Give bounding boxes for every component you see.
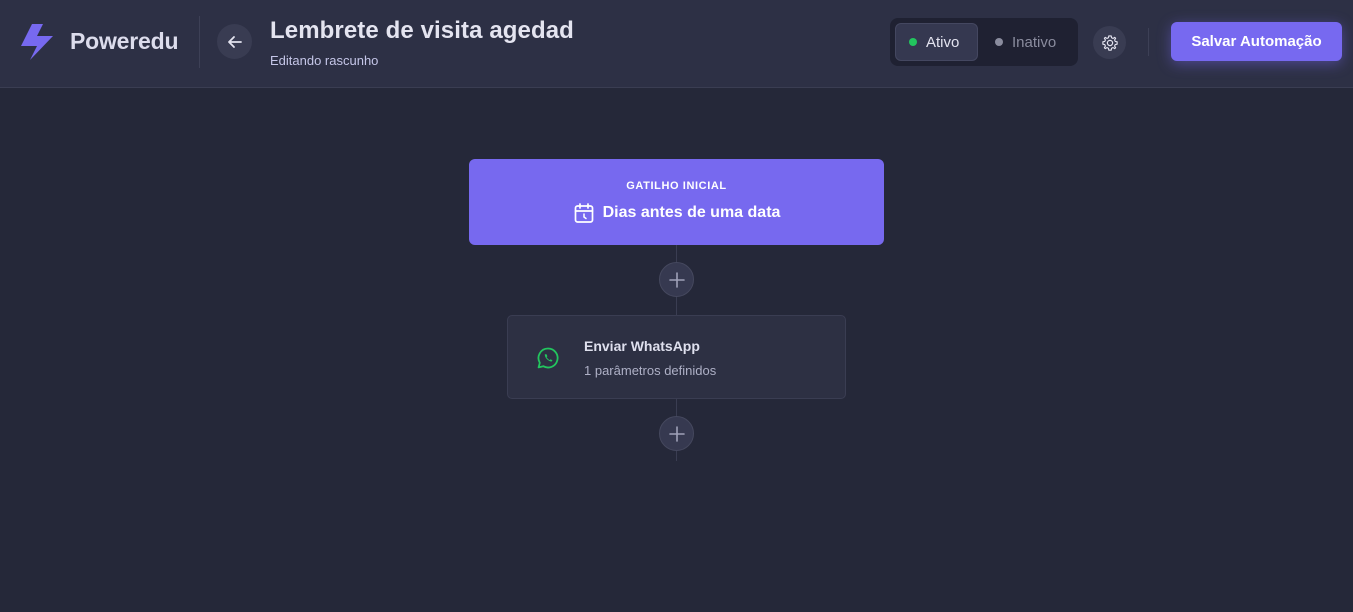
plus-icon: [668, 425, 685, 442]
plus-icon: [668, 271, 685, 288]
trigger-row: Dias antes de uma data: [469, 202, 884, 224]
lightning-bolt-icon: [21, 24, 53, 60]
flow-connector: [676, 451, 677, 461]
page-title[interactable]: Lembrete de visita agedado: [270, 17, 573, 45]
settings-button[interactable]: [1093, 26, 1126, 59]
add-step-button[interactable]: [659, 416, 694, 451]
header-divider-right: [1148, 28, 1149, 56]
status-active-label: Ativo: [926, 33, 960, 51]
inactive-status-dot: [995, 38, 1003, 46]
flow-connector: [676, 297, 677, 315]
trigger-text: Dias antes de uma data: [602, 204, 781, 221]
title-block: Lembrete de visita agedado Editando rasc…: [270, 17, 575, 68]
step-card-whatsapp[interactable]: Enviar WhatsApp 1 parâmetros definidos: [507, 315, 846, 399]
add-step-button[interactable]: [659, 262, 694, 297]
step-title: Enviar WhatsApp: [584, 338, 700, 354]
step-subtitle: 1 parâmetros definidos: [584, 363, 717, 378]
back-button[interactable]: [217, 24, 252, 59]
trigger-card[interactable]: GATILHO INICIAL Dias antes de uma data: [469, 159, 884, 245]
arrow-left-icon: [227, 35, 242, 48]
trigger-label: GATILHO INICIAL: [626, 180, 727, 192]
header-divider: [199, 16, 200, 68]
status-active-option[interactable]: Ativo: [895, 23, 978, 61]
page-subtitle: Editando rascunho: [270, 53, 379, 68]
save-automation-button[interactable]: Salvar Automação: [1171, 22, 1342, 61]
whatsapp-icon: [537, 347, 559, 369]
top-header: Poweredu Lembrete de visita agedado Edit…: [0, 0, 1353, 88]
flow-connector: [676, 399, 677, 417]
active-status-dot: [909, 38, 917, 46]
gear-icon: [1101, 34, 1118, 51]
brand-name: Poweredu: [70, 28, 179, 54]
status-toggle: Ativo Inativo: [890, 18, 1078, 66]
calendar-icon: [574, 203, 593, 223]
status-inactive-option[interactable]: Inativo: [982, 23, 1069, 61]
status-inactive-label: Inativo: [1012, 33, 1057, 51]
